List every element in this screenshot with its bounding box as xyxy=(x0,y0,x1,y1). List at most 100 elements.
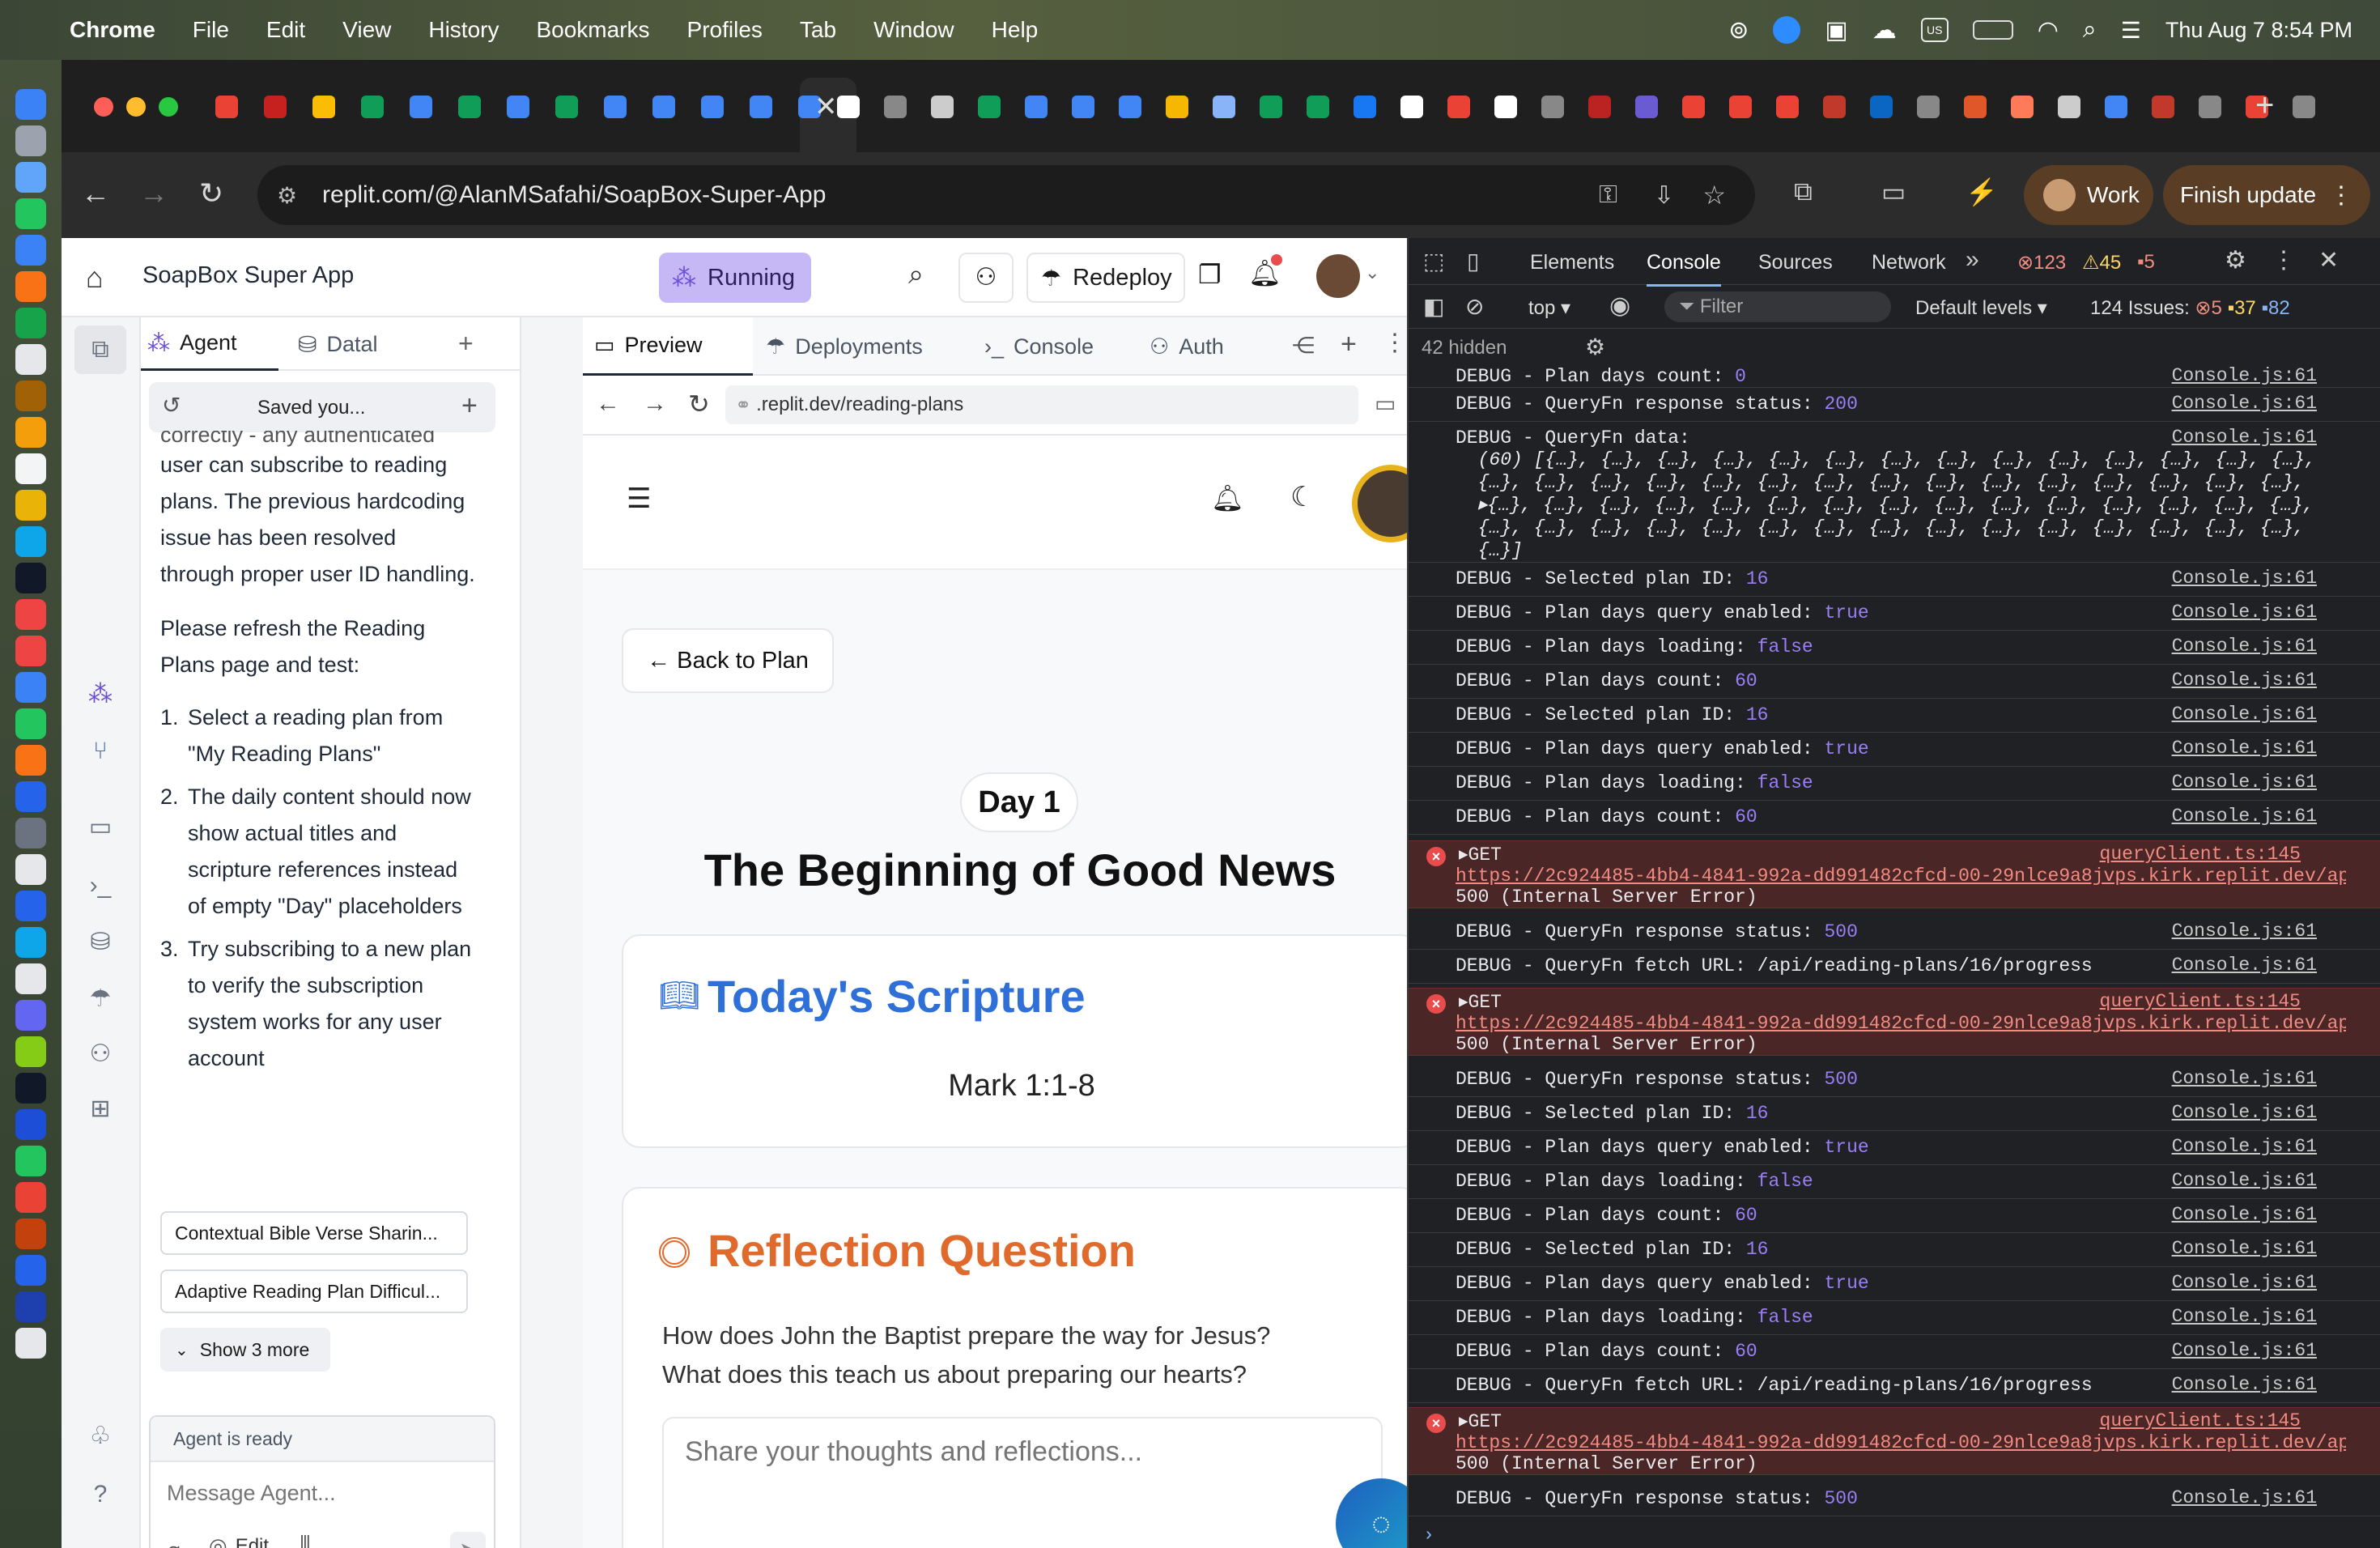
back-to-plan-button[interactable]: ← Back to Plan xyxy=(622,628,834,693)
dock-app-icon[interactable] xyxy=(15,599,46,630)
outlook-icon[interactable]: ▣ xyxy=(1825,16,1847,45)
send-icon[interactable]: ➤ xyxy=(450,1532,486,1548)
console-source-link[interactable]: Console.js:61 xyxy=(2172,1238,2317,1259)
tab-deployments[interactable]: ☂ Deployments xyxy=(766,317,923,376)
browser-tab[interactable] xyxy=(2152,96,2174,118)
console-source-link[interactable]: Console.js:61 xyxy=(2172,393,2317,414)
console-source-link[interactable]: Console.js:61 xyxy=(2172,602,2317,623)
tab-preview[interactable]: ▭ Preview xyxy=(583,317,753,376)
accessibility-icon[interactable]: ⊚ xyxy=(1728,16,1749,45)
browser-tab[interactable] xyxy=(312,96,335,118)
browser-tab[interactable] xyxy=(1541,96,1564,118)
live-expression-eye-icon[interactable]: ◉ xyxy=(1609,291,1630,320)
preview-forward-icon[interactable]: → xyxy=(643,390,667,418)
dark-mode-moon-icon[interactable]: ☾ xyxy=(1290,481,1315,513)
browser-tab[interactable] xyxy=(1964,96,1987,118)
dock-app-icon[interactable] xyxy=(15,453,46,484)
console-filter-input[interactable]: ⏷ Filter xyxy=(1664,291,1891,322)
browser-tab[interactable] xyxy=(1494,96,1517,118)
git-icon[interactable]: ⑂ xyxy=(84,735,117,768)
error-count-badge[interactable]: ⊗123 xyxy=(2017,251,2066,274)
browser-tab[interactable] xyxy=(555,96,578,118)
hamburger-menu-icon[interactable]: ☰ xyxy=(627,483,651,515)
dock-app-icon[interactable] xyxy=(15,745,46,776)
new-tab-icon[interactable]: + xyxy=(2255,87,2274,124)
dock-app-icon[interactable] xyxy=(15,1000,46,1031)
browser-tab[interactable] xyxy=(1635,96,1658,118)
shell-icon[interactable]: ›_ xyxy=(84,870,117,902)
menu-help[interactable]: Help xyxy=(992,17,1039,43)
console-array-preview[interactable]: (60) [{…}, {…}, {…}, {…}, {…}, {…}, {…},… xyxy=(1456,449,2346,471)
running-button[interactable]: ⁂ Running xyxy=(659,253,811,303)
invite-user-icon[interactable]: ⚇ xyxy=(958,253,1014,303)
console-source-link[interactable]: Console.js:61 xyxy=(2172,1487,2317,1508)
browser-tab[interactable] xyxy=(2011,96,2034,118)
saved-label[interactable]: Saved you... xyxy=(257,397,365,419)
show-more-button[interactable]: ⌄ Show 3 more xyxy=(160,1328,330,1372)
dock-app-icon[interactable] xyxy=(15,708,46,739)
console-array-preview[interactable]: {…}] xyxy=(1456,539,2346,562)
devtools-tab-console[interactable]: Console xyxy=(1647,251,1721,287)
menu-tab[interactable]: Tab xyxy=(800,17,836,43)
console-source-link[interactable]: Console.js:61 xyxy=(2172,1136,2317,1157)
cloud-icon[interactable]: ☁ xyxy=(1872,16,1897,45)
menu-file[interactable]: File xyxy=(193,17,229,43)
console-source-link[interactable]: Console.js:61 xyxy=(2172,1204,2317,1225)
devtools-tab-elements[interactable]: Elements xyxy=(1530,251,1614,274)
menu-bookmarks[interactable]: Bookmarks xyxy=(536,17,649,43)
browser-tab[interactable] xyxy=(1354,96,1376,118)
console-source-link[interactable]: Console.js:61 xyxy=(2172,568,2317,589)
browser-tab[interactable] xyxy=(701,96,724,118)
browser-tab[interactable] xyxy=(1823,96,1846,118)
issues-badge[interactable]: ▪5 xyxy=(2137,251,2155,274)
add-tab-icon[interactable]: + xyxy=(458,329,474,359)
dock-app-icon[interactable] xyxy=(15,308,46,338)
tab-data[interactable]: ⛁ Datal xyxy=(298,317,378,371)
performance-icon[interactable]: ⚡ xyxy=(1966,176,1998,207)
spotlight-icon[interactable]: ⌕ xyxy=(2083,16,2097,44)
devtools-tab-sources[interactable]: Sources xyxy=(1758,251,1833,274)
browser-tab[interactable] xyxy=(458,96,481,118)
more-options-icon[interactable]: ⋮ xyxy=(1383,329,1407,357)
devtools-tab-network[interactable]: Network xyxy=(1872,251,1946,274)
notifications-icon[interactable]: 🔔︎ xyxy=(1211,483,1244,513)
device-toggle-icon[interactable]: ▭ xyxy=(1375,390,1396,417)
inspect-element-icon[interactable]: ⬚ xyxy=(1423,248,1444,274)
dock-app-icon[interactable] xyxy=(15,89,46,120)
dock-app-icon[interactable] xyxy=(15,526,46,557)
tab-auth[interactable]: ⚇ Auth xyxy=(1150,317,1224,376)
browser-tab[interactable] xyxy=(2058,96,2080,118)
add-tab-icon[interactable]: + xyxy=(1341,329,1357,360)
zoom-icon[interactable] xyxy=(1773,16,1801,44)
close-tab-icon[interactable]: ✕ xyxy=(814,91,838,123)
dock-app-icon[interactable] xyxy=(15,781,46,812)
browser-tab[interactable] xyxy=(1588,96,1611,118)
battery-icon[interactable] xyxy=(1972,20,2013,40)
console-prompt[interactable]: › xyxy=(1423,1524,2314,1546)
database-icon[interactable]: ⛁ xyxy=(84,926,117,959)
dock-app-icon[interactable] xyxy=(15,1073,46,1104)
dock-app-icon[interactable] xyxy=(15,235,46,266)
console-source-link[interactable]: Console.js:61 xyxy=(2172,1170,2317,1191)
profile-avatar[interactable] xyxy=(1352,465,1407,542)
browser-tab[interactable] xyxy=(1776,96,1799,118)
reload-icon[interactable]: ↻ xyxy=(199,176,223,211)
console-array-preview[interactable]: {…}, {…}, {…}, {…}, {…}, {…}, {…}, {…}, … xyxy=(1456,471,2346,494)
dock-app-icon[interactable] xyxy=(15,344,46,375)
message-agent-input[interactable] xyxy=(159,1469,482,1517)
dock-app-icon[interactable] xyxy=(15,672,46,703)
devtools-menu-icon[interactable]: ⋮ xyxy=(2272,246,2296,274)
browser-tab[interactable] xyxy=(750,96,772,118)
menu-app-chrome[interactable]: Chrome xyxy=(70,17,155,43)
browser-tab[interactable] xyxy=(884,96,907,118)
control-center-icon[interactable]: ☰ xyxy=(2121,17,2141,44)
browser-tab[interactable] xyxy=(1260,96,1282,118)
menu-profiles[interactable]: Profiles xyxy=(687,17,763,43)
console-source-link[interactable]: Console.js:61 xyxy=(2172,921,2317,942)
help-icon[interactable]: ? xyxy=(84,1478,117,1511)
browser-tab[interactable] xyxy=(1166,96,1188,118)
project-title[interactable]: SoapBox Super App xyxy=(142,262,354,289)
new-chat-icon[interactable]: + xyxy=(461,390,478,422)
dock-app-icon[interactable] xyxy=(15,1182,46,1213)
dock-app-icon[interactable] xyxy=(15,381,46,411)
